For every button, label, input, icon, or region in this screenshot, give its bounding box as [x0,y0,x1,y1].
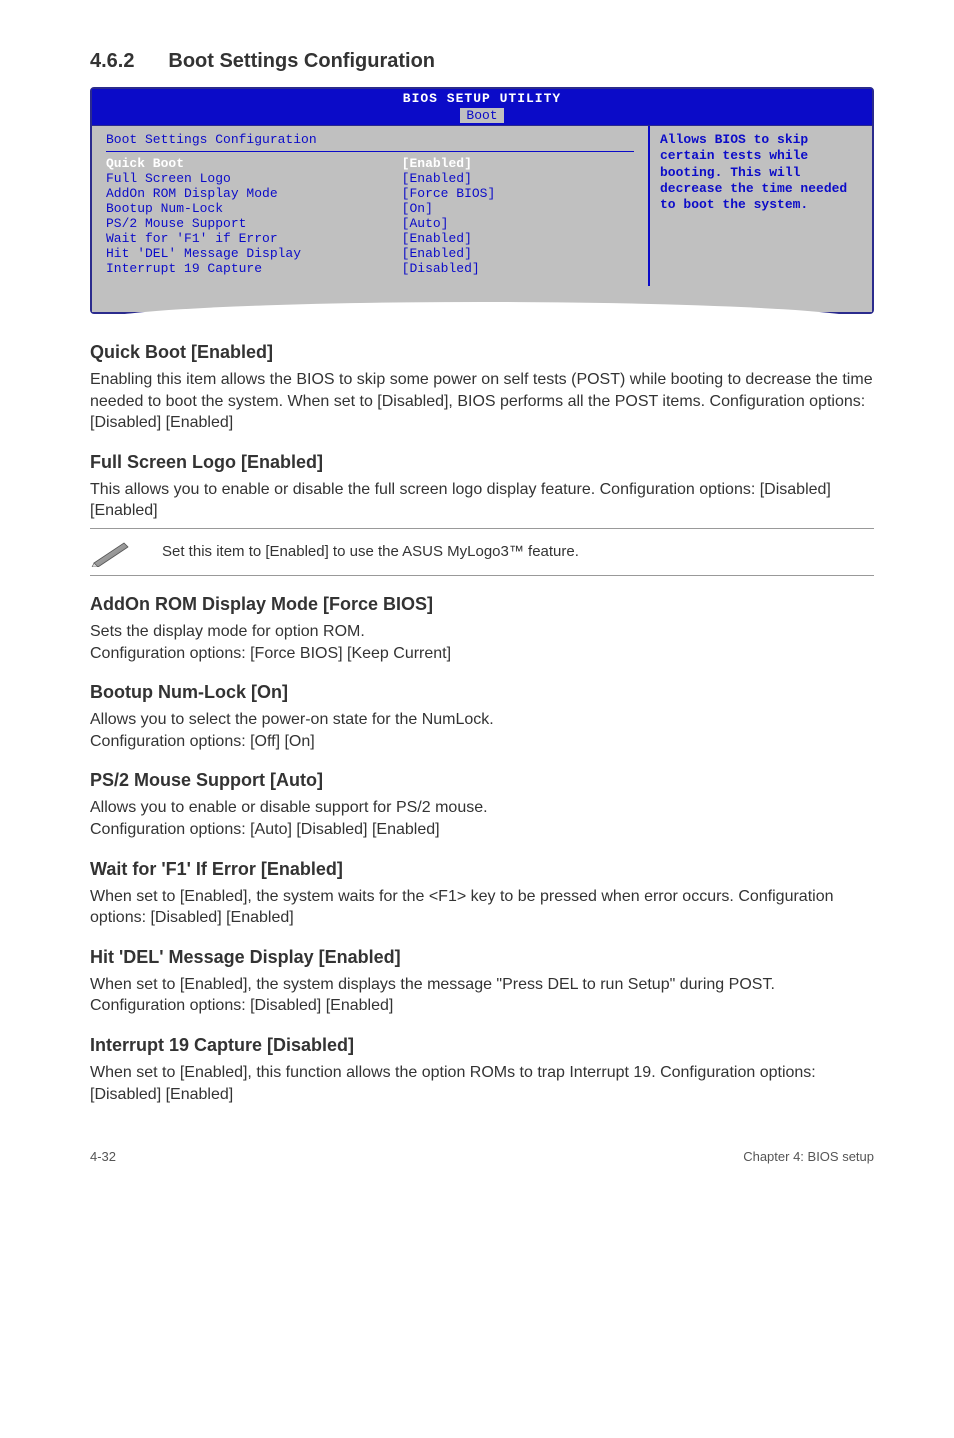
heading-hit-del: Hit 'DEL' Message Display [Enabled] [90,947,874,968]
section-number: 4.6.2 [90,50,134,73]
page-footer: 4-32 Chapter 4: BIOS setup [90,1149,874,1164]
heading-full-screen-logo: Full Screen Logo [Enabled] [90,452,874,473]
bios-setting-row[interactable]: Full Screen Logo[Enabled] [106,171,634,186]
bios-setting-label: Hit 'DEL' Message Display [106,246,402,261]
bios-setting-label: Wait for 'F1' if Error [106,231,402,246]
heading-ps2-mouse: PS/2 Mouse Support [Auto] [90,770,874,791]
bios-header-title: BIOS SETUP UTILITY [92,89,872,108]
bios-setting-value[interactable]: [Enabled] [402,231,634,246]
text-full-screen-logo: This allows you to enable or disable the… [90,479,874,522]
note-callout: Set this item to [Enabled] to use the AS… [90,528,874,576]
bios-setting-value[interactable]: [Enabled] [402,246,634,261]
heading-interrupt-19: Interrupt 19 Capture [Disabled] [90,1035,874,1056]
heading-bootup-numlock: Bootup Num-Lock [On] [90,682,874,703]
bios-setting-row[interactable]: Quick Boot[Enabled] [106,156,634,171]
bios-setting-label: Bootup Num-Lock [106,201,402,216]
heading-quick-boot: Quick Boot [Enabled] [90,342,874,363]
bios-setting-value[interactable]: [Disabled] [402,261,634,276]
bios-tabs: Boot [92,108,872,125]
bios-setting-value[interactable]: [Auto] [402,216,634,231]
text-interrupt-19: When set to [Enabled], this function all… [90,1062,874,1105]
bios-setting-row[interactable]: Hit 'DEL' Message Display[Enabled] [106,246,634,261]
bios-setting-value[interactable]: [On] [402,201,634,216]
heading-addon-rom: AddOn ROM Display Mode [Force BIOS] [90,594,874,615]
heading-wait-f1: Wait for 'F1' If Error [Enabled] [90,859,874,880]
bios-setting-label: PS/2 Mouse Support [106,216,402,231]
bios-setting-value[interactable]: [Enabled] [402,171,634,186]
note-text: Set this item to [Enabled] to use the AS… [162,543,579,560]
bios-setting-label: Full Screen Logo [106,171,402,186]
bios-setting-row[interactable]: Interrupt 19 Capture[Disabled] [106,261,634,276]
bios-setting-label: Interrupt 19 Capture [106,261,402,276]
bios-setting-row[interactable]: Bootup Num-Lock[On] [106,201,634,216]
bios-tab-boot[interactable]: Boot [460,108,503,123]
text-bootup-numlock: Allows you to select the power-on state … [90,709,874,752]
text-quick-boot: Enabling this item allows the BIOS to sk… [90,369,874,434]
footer-chapter: Chapter 4: BIOS setup [743,1149,874,1164]
text-wait-f1: When set to [Enabled], the system waits … [90,886,874,929]
bios-panel: BIOS SETUP UTILITY Boot Boot Settings Co… [90,87,874,314]
bios-panel-title: Boot Settings Configuration [106,130,634,149]
bios-divider [106,151,634,152]
footer-page-number: 4-32 [90,1149,116,1164]
bios-setting-row[interactable]: PS/2 Mouse Support[Auto] [106,216,634,231]
section-title: Boot Settings Configuration [168,50,435,72]
pencil-icon [90,537,132,567]
section-heading: 4.6.2 Boot Settings Configuration [90,50,874,73]
bios-setting-row[interactable]: Wait for 'F1' if Error[Enabled] [106,231,634,246]
bios-setting-row[interactable]: AddOn ROM Display Mode[Force BIOS] [106,186,634,201]
text-hit-del: When set to [Enabled], the system displa… [90,974,874,1017]
bios-settings-list: Boot Settings Configuration Quick Boot[E… [92,126,648,286]
text-addon-rom: Sets the display mode for option ROM. Co… [90,621,874,664]
text-ps2-mouse: Allows you to enable or disable support … [90,797,874,840]
bios-setting-label: Quick Boot [106,156,402,171]
bios-setting-value[interactable]: [Force BIOS] [402,186,634,201]
bios-setting-value[interactable]: [Enabled] [402,156,634,171]
bios-help-pane: Allows BIOS to skip certain tests while … [648,126,872,286]
bios-setting-label: AddOn ROM Display Mode [106,186,402,201]
